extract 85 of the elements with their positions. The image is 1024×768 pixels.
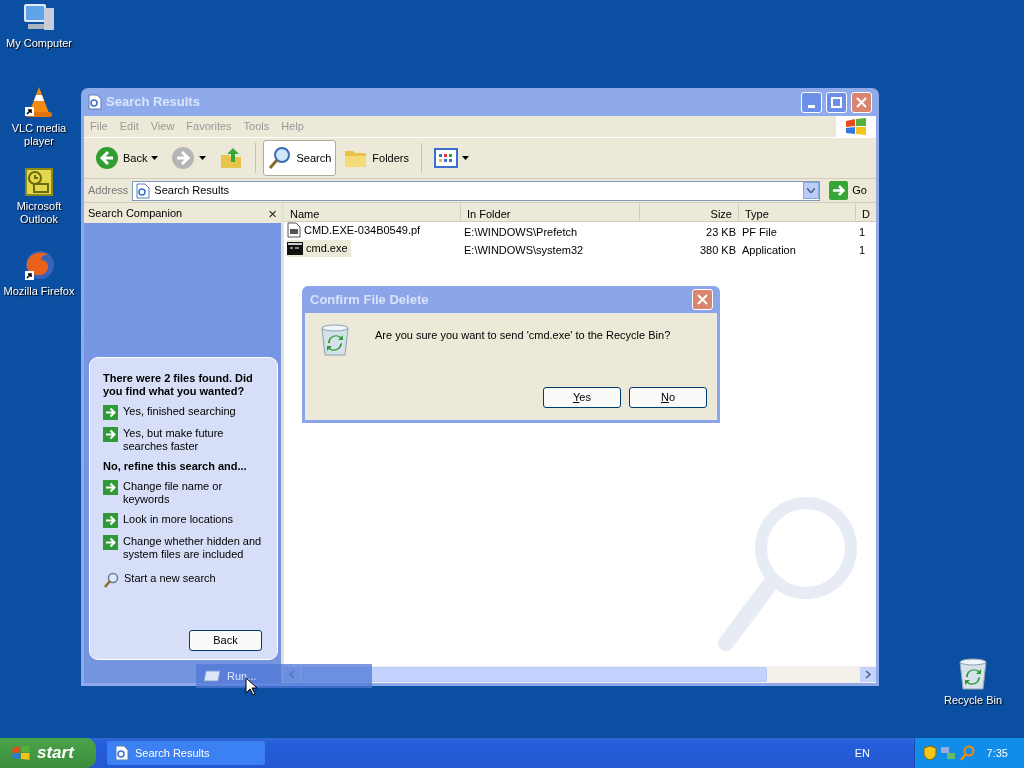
table-cell-text: PF File bbox=[741, 224, 778, 240]
column-header[interactable]: D bbox=[856, 203, 876, 221]
desktop-icon-label[interactable]: My Computer bbox=[6, 37, 72, 50]
go-button[interactable]: Go bbox=[824, 179, 872, 202]
file-name[interactable]: cmd.exe bbox=[287, 240, 351, 257]
caret-icon bbox=[462, 156, 469, 160]
caret-icon bbox=[199, 156, 207, 160]
desktop-icon-label[interactable]: Recycle Bin bbox=[943, 694, 1003, 707]
dropdown-icon bbox=[807, 188, 816, 193]
arrow-icon bbox=[103, 427, 118, 442]
back-button[interactable]: Back bbox=[90, 140, 164, 176]
column-header[interactable]: Name bbox=[284, 203, 461, 221]
option-link[interactable]: Change whether hidden and system files are included bbox=[123, 535, 267, 561]
column-header[interactable]: Type bbox=[739, 203, 856, 221]
results-heading: There were 2 files found. Did you find what you wanted? bbox=[103, 372, 254, 398]
back-button[interactable]: Back bbox=[189, 630, 262, 651]
recycle-bin-icon bbox=[957, 657, 989, 691]
folders-button[interactable]: Folders bbox=[339, 140, 414, 176]
start-button[interactable]: start bbox=[0, 738, 96, 768]
arrow-icon bbox=[103, 405, 118, 420]
document-icon bbox=[88, 94, 102, 110]
option-link[interactable]: Look in more locations bbox=[123, 513, 234, 526]
maximize-icon bbox=[830, 95, 843, 109]
dialog-button[interactable]: No bbox=[629, 387, 707, 408]
close-icon bbox=[855, 95, 868, 109]
network-icon bbox=[940, 745, 956, 761]
close-icon bbox=[696, 293, 709, 306]
file-icon bbox=[287, 221, 301, 238]
dialog-message: Are you sure you want to send 'cmd.exe' to the Recycle Bin? bbox=[375, 328, 671, 343]
drag-label: Run... bbox=[227, 668, 257, 684]
table-cell-text: E:\WINDOWS\system32 bbox=[463, 242, 585, 258]
search-icon bbox=[103, 572, 119, 588]
folder-up-icon bbox=[219, 146, 244, 170]
shield-icon bbox=[923, 745, 937, 761]
recycle-bin-icon bbox=[319, 323, 351, 357]
desktop-icon-label[interactable]: Microsoft Outlook bbox=[0, 200, 78, 226]
option-link[interactable]: Yes, finished searching bbox=[123, 405, 236, 418]
table-cell-text: Application bbox=[741, 242, 797, 258]
clock: 7:35 bbox=[986, 745, 1008, 761]
desktop-icon-label[interactable]: Mozilla Firefox bbox=[3, 285, 75, 298]
dialog-title: Confirm File Delete bbox=[310, 290, 429, 309]
windows-logo bbox=[10, 743, 32, 763]
table-cell-text: 1 bbox=[858, 224, 867, 240]
search-icon bbox=[959, 745, 975, 761]
clock-envelope-icon bbox=[24, 167, 54, 197]
console-icon bbox=[287, 242, 303, 256]
caret-icon bbox=[151, 156, 159, 160]
option-link[interactable]: Start a new search bbox=[124, 572, 216, 585]
arrow-icon bbox=[103, 535, 118, 550]
fox-globe-icon bbox=[22, 248, 56, 282]
views-icon bbox=[434, 148, 458, 168]
window-title: Search Results bbox=[106, 93, 200, 112]
column-header[interactable]: Size bbox=[640, 203, 739, 221]
table-cell-text: E:\WINDOWS\Prefetch bbox=[463, 224, 579, 240]
document-icon bbox=[136, 182, 151, 199]
close-button[interactable] bbox=[692, 289, 713, 310]
language-indicator[interactable]: EN bbox=[854, 744, 870, 762]
document-icon bbox=[115, 745, 129, 761]
address-field[interactable]: Search Results bbox=[132, 180, 821, 201]
file-name[interactable]: CMD.EXE-034B0549.pf bbox=[287, 221, 424, 239]
search-button[interactable]: Search bbox=[263, 140, 337, 176]
pane-title: Search Companion bbox=[88, 205, 183, 221]
dialog-button[interactable]: Yes bbox=[543, 387, 621, 408]
option-link[interactable]: Change file name or keywords bbox=[123, 480, 267, 506]
close-button[interactable] bbox=[851, 91, 872, 113]
column-header[interactable]: In Folder bbox=[461, 203, 640, 221]
arrow-icon bbox=[103, 513, 118, 528]
maximize-button[interactable] bbox=[826, 91, 847, 113]
address-label: Address bbox=[88, 183, 129, 199]
close-button[interactable]: × bbox=[268, 205, 277, 221]
table-cell-text: 380 KB bbox=[698, 242, 737, 258]
minimize-button[interactable] bbox=[801, 91, 822, 113]
option-link[interactable]: Yes, but make future searches faster bbox=[123, 427, 267, 453]
scroll-right-icon bbox=[860, 667, 876, 682]
arrow-icon bbox=[103, 480, 118, 495]
windows-logo bbox=[843, 116, 869, 137]
desktop-icon-label[interactable]: VLC media player bbox=[0, 122, 78, 148]
minimize-icon bbox=[808, 104, 815, 108]
refine-heading: No, refine this search and... bbox=[103, 460, 248, 473]
table-cell-text: 23 KB bbox=[705, 224, 737, 240]
table-cell-text: 1 bbox=[858, 242, 867, 258]
go-arrow-icon bbox=[829, 181, 849, 200]
window-icon bbox=[203, 670, 221, 682]
taskbar-button[interactable]: Search Results bbox=[107, 741, 265, 765]
search-icon bbox=[268, 146, 293, 170]
